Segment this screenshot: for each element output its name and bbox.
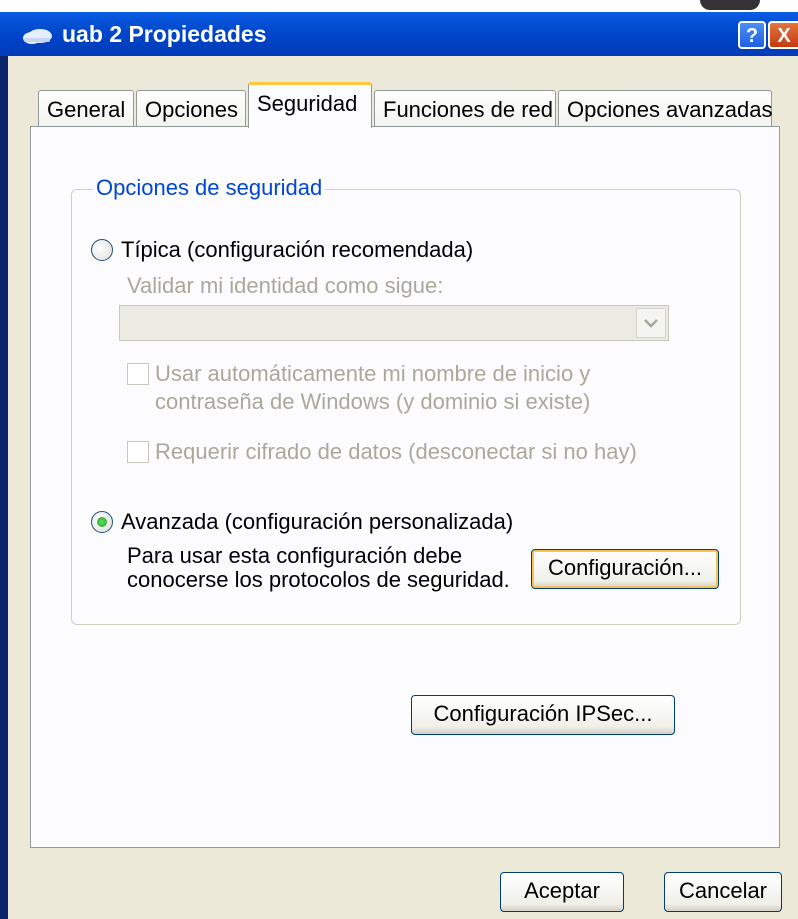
typical-radio[interactable] [91,239,113,261]
properties-dialog: uab 2 Propiedades ? X General Opciones S… [0,12,798,919]
advanced-radio[interactable] [91,511,113,533]
background-strip [0,0,798,12]
help-button[interactable]: ? [738,21,766,49]
connection-icon [23,29,52,44]
tab-general[interactable]: General [38,90,134,126]
typical-label[interactable]: Típica (configuración recomendada) [121,237,473,263]
group-title: Opciones de seguridad [93,175,326,201]
chevron-down-icon [644,319,658,328]
cancel-button[interactable]: Cancelar [664,872,782,912]
auto-logon-label-line1: Usar automáticamente mi nombre de inicio… [155,361,591,386]
validate-identity-dropdown[interactable] [119,305,669,341]
ok-button[interactable]: Aceptar [500,872,624,912]
window-title: uab 2 Propiedades [62,21,267,47]
radio-selected-dot [97,517,107,527]
require-encryption-label: Requerir cifrado de datos (desconectar s… [155,439,637,464]
require-encryption-checkbox[interactable] [127,441,149,463]
auto-logon-checkbox[interactable] [127,363,149,385]
tab-opciones-avanzadas[interactable]: Opciones avanzadas [558,90,772,126]
tab-funciones-de-red[interactable]: Funciones de red [374,90,556,126]
dialog-client-area: General Opciones Seguridad Funciones de … [8,56,798,919]
ipsec-settings-button[interactable]: Configuración IPSec... [411,695,675,735]
validate-identity-label: Validar mi identidad como sigue: [127,273,444,298]
close-button[interactable]: X [768,21,798,49]
advanced-description-line1: Para usar esta configuración debe [127,543,463,568]
dropdown-arrow-button[interactable] [636,308,666,338]
tab-seguridad[interactable]: Seguridad [248,82,372,128]
background-shape [700,0,760,10]
title-bar[interactable]: uab 2 Propiedades ? X [0,12,798,56]
settings-button[interactable]: Configuración... [531,549,719,589]
tab-opciones[interactable]: Opciones [136,90,246,126]
advanced-label[interactable]: Avanzada (configuración personalizada) [121,509,513,535]
tab-panel-seguridad: Opciones de seguridad Típica (configurac… [30,126,780,848]
advanced-description-line2: conocerse los protocolos de seguridad. [127,567,510,592]
auto-logon-label-line2: contraseña de Windows (y dominio si exis… [155,389,591,414]
